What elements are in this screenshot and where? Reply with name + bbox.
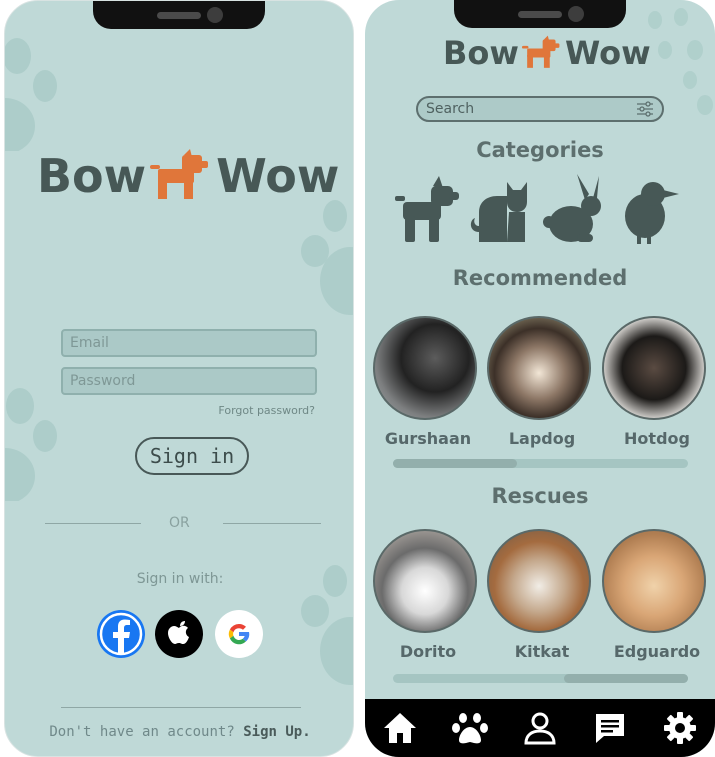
phone-notch bbox=[454, 0, 626, 28]
pet-name: Edguardo bbox=[613, 642, 701, 661]
categories-title: Categories bbox=[476, 138, 604, 162]
filter-icon[interactable] bbox=[636, 101, 654, 117]
pet-photo-kitkat[interactable] bbox=[487, 529, 591, 633]
logo-text-left: Bow bbox=[37, 149, 147, 203]
footer-divider bbox=[61, 707, 301, 708]
phone-notch bbox=[93, 1, 265, 29]
pet-photo-edguardo[interactable] bbox=[602, 529, 706, 633]
no-account-text: Don't have an account? bbox=[49, 724, 235, 740]
google-icon bbox=[228, 623, 250, 645]
pet-photo-gurshaan[interactable] bbox=[373, 316, 477, 420]
profile-icon[interactable] bbox=[520, 708, 560, 748]
paw-icon[interactable] bbox=[450, 708, 490, 748]
no-account-row: Don't have an account? Sign Up. bbox=[5, 724, 353, 740]
scrollbar-thumb[interactable] bbox=[393, 459, 517, 468]
search-input[interactable]: Search bbox=[416, 96, 664, 122]
cat-icon[interactable] bbox=[469, 172, 535, 246]
dog-logo-icon bbox=[521, 35, 560, 68]
rabbit-icon[interactable] bbox=[543, 172, 609, 246]
sign-in-with-label: Sign in with: bbox=[136, 571, 224, 587]
rescues-scrollbar[interactable] bbox=[393, 674, 688, 683]
scrollbar-thumb[interactable] bbox=[564, 674, 688, 683]
logo-text-left: Bow bbox=[443, 34, 519, 72]
email-field[interactable]: Email bbox=[61, 329, 317, 357]
pet-name: Lapdog bbox=[508, 429, 576, 448]
search-placeholder: Search bbox=[426, 101, 475, 117]
pet-name: Kitkat bbox=[514, 642, 570, 661]
bottom-nav bbox=[365, 699, 715, 757]
pet-name: Gurshaan bbox=[384, 429, 472, 448]
forgot-password-link[interactable]: Forgot password? bbox=[218, 404, 315, 417]
app-logo: Bow Wow bbox=[37, 149, 339, 203]
app-logo: Bow Wow bbox=[443, 34, 651, 72]
recommended-scrollbar[interactable] bbox=[393, 459, 688, 468]
logo-text-right: Wow bbox=[216, 149, 340, 203]
login-screen: Bow Wow Email Password Forgot password? … bbox=[4, 0, 354, 757]
google-login-button[interactable] bbox=[215, 610, 263, 658]
bird-icon[interactable] bbox=[617, 172, 683, 246]
rescues-title: Rescues bbox=[491, 484, 589, 508]
recommended-title: Recommended bbox=[452, 266, 628, 290]
settings-icon[interactable] bbox=[660, 708, 700, 748]
home-screen: Bow Wow Search Categories Recommended Gu… bbox=[365, 0, 715, 757]
dog-logo-icon bbox=[150, 149, 209, 199]
password-field[interactable]: Password bbox=[61, 367, 317, 395]
sign-in-button[interactable]: Sign in bbox=[135, 437, 249, 475]
facebook-login-button[interactable] bbox=[97, 610, 145, 658]
divider-right bbox=[223, 523, 321, 524]
dog-icon[interactable] bbox=[395, 172, 461, 246]
pet-photo-hotdog[interactable] bbox=[602, 316, 706, 420]
paw-decoration-icon bbox=[5, 38, 57, 151]
or-label: OR bbox=[169, 515, 190, 531]
sign-up-link[interactable]: Sign Up. bbox=[243, 724, 310, 740]
divider-left bbox=[45, 523, 141, 524]
pet-name: Dorito bbox=[399, 642, 457, 661]
pet-photo-lapdog[interactable] bbox=[487, 316, 591, 420]
apple-icon bbox=[168, 621, 189, 644]
facebook-icon bbox=[99, 612, 143, 656]
pet-name: Hotdog bbox=[624, 429, 690, 448]
chat-icon[interactable] bbox=[590, 708, 630, 748]
paw-decoration-icon bbox=[301, 200, 353, 315]
logo-text-right: Wow bbox=[564, 34, 651, 72]
paw-decoration-icon bbox=[5, 388, 57, 501]
home-icon[interactable] bbox=[380, 708, 420, 748]
pet-photo-dorito[interactable] bbox=[373, 529, 477, 633]
apple-login-button[interactable] bbox=[155, 610, 203, 658]
